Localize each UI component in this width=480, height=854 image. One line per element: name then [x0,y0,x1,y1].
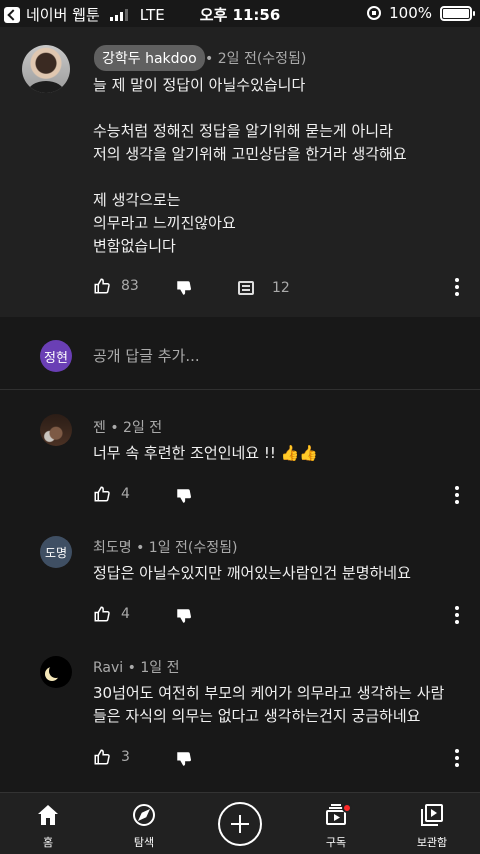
nav-library[interactable]: 보관함 [384,793,480,854]
rotation-lock-icon [367,6,382,20]
reply-text: 정답은 아닐수있지만 깨어있는사람인건 분명하네요 [93,564,411,582]
reply-input[interactable]: 공개 답글 추가... [93,345,200,366]
thumbs-up-icon [94,486,110,502]
reply-time: • 2일 전 [110,420,163,436]
more-options-icon[interactable] [455,606,459,624]
create-icon[interactable] [218,802,262,846]
reply-item: Ravi • 1일 전 30넘어도 여전히 부모의 케어가 의무라고 생각하는 … [0,633,480,783]
thumbs-down-icon [177,609,191,623]
thumbs-down-icon [177,281,191,295]
reply-count: 12 [272,280,290,296]
comment-text: 늘 제 말이 정답이 아닐수있습니다 수능처럼 정해진 정답을 알기위해 묻는게… [93,76,407,255]
like-count: 83 [121,278,139,294]
thumbs-up-icon [94,278,110,294]
dislike-button[interactable] [175,487,193,505]
more-options-icon[interactable] [455,749,459,767]
dislike-button[interactable] [175,750,193,768]
like-button[interactable]: 4 [93,485,130,503]
more-options-icon[interactable] [455,486,459,504]
reply-author[interactable]: 최도명 [93,540,132,556]
reply-item: 도명 최도명 • 1일 전(수정됨) 정답은 아닐수있지만 깨어있는사람인건 분… [0,513,480,633]
nav-explore[interactable]: 탐색 [96,793,192,854]
thumbs-up-icon [94,606,110,622]
author-badge[interactable]: 강학두 hakdoo [94,45,205,71]
battery-percent: 100% [389,4,432,22]
nav-home[interactable]: 홈 [0,793,96,854]
thumbs-down-icon [177,489,191,503]
reply-author[interactable]: 젠 [93,420,106,436]
reply-time: • 1일 전 [127,660,180,676]
reply-button[interactable]: 12 [238,280,290,296]
like-button[interactable]: 3 [93,748,130,766]
library-icon [421,804,443,826]
reply-author[interactable]: Ravi [93,660,123,676]
avatar[interactable]: 도명 [40,536,72,568]
reply-text: 너무 속 후련한 조언인네요 !! 👍👍 [93,444,319,462]
compass-icon [133,804,155,826]
thumbs-up-icon [94,749,110,765]
nav-label: 보관함 [416,836,448,849]
like-button[interactable]: 83 [93,277,139,295]
notification-dot [342,803,352,813]
battery-icon [440,5,475,21]
reply-icon [238,281,254,295]
like-button[interactable]: 4 [93,605,130,623]
dislike-button[interactable] [175,607,193,625]
reply-item: 젠 • 2일 전 너무 속 후련한 조언인네요 !! 👍👍 4 [0,391,480,513]
avatar[interactable] [40,656,72,688]
nav-label: 홈 [42,836,54,849]
like-count: 3 [121,749,130,765]
comment-time: • 2일 전(수정됨) [205,51,307,67]
status-bar: 네이버 웹툰 LTE 오후 11:56 100% [0,0,480,27]
bottom-nav: 홈 탐색 구독 보관함 [0,792,480,854]
user-avatar: 정현 [40,340,72,372]
like-count: 4 [121,486,130,502]
thumbs-down-icon [177,752,191,766]
reply-input-bar[interactable]: 정현 공개 답글 추가... [0,317,480,390]
nav-subscriptions[interactable]: 구독 [288,793,384,854]
avatar[interactable] [40,414,72,446]
more-options-icon[interactable] [455,278,459,296]
avatar[interactable] [22,45,70,93]
dislike-button[interactable] [175,279,193,297]
home-icon [38,805,58,825]
nav-label: 탐색 [133,836,155,849]
status-right: 100% [367,4,475,22]
reply-text: 30넘어도 여전히 부모의 케어가 의무라고 생각하는 사람 들은 자식의 의무… [93,684,445,725]
main-comment: 강학두 hakdoo • 2일 전(수정됨) 늘 제 말이 정답이 아닐수있습니… [0,27,480,317]
like-count: 4 [121,606,130,622]
reply-time: • 1일 전(수정됨) [136,540,238,556]
nav-label: 구독 [325,836,347,849]
